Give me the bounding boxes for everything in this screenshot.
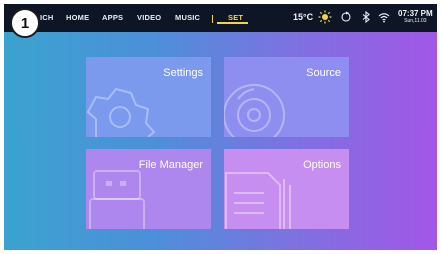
wifi-icon[interactable] xyxy=(378,11,390,23)
nav-item-music[interactable]: MUSIC xyxy=(175,13,200,22)
clock: 07:37 PM Sun,11.03 xyxy=(398,9,433,24)
nav-item-set[interactable]: SET xyxy=(228,13,243,22)
tile-options-label: Options xyxy=(303,159,341,171)
clock-time: 07:37 PM xyxy=(398,9,433,18)
tile-file-manager[interactable]: File Manager xyxy=(86,149,211,229)
active-underline xyxy=(217,22,248,24)
nav-item-apps[interactable]: APPS xyxy=(102,13,123,22)
tile-settings[interactable]: Settings xyxy=(86,57,211,137)
tile-options[interactable]: Options xyxy=(224,149,349,229)
active-indicator-left xyxy=(212,15,213,23)
top-bar: ICH HOME APPS VIDEO MUSIC SET 15°C 07:37… xyxy=(4,4,437,32)
step-badge: 1 xyxy=(10,8,40,38)
launcher-screen: ICH HOME APPS VIDEO MUSIC SET 15°C 07:37… xyxy=(4,4,437,250)
sync-icon[interactable] xyxy=(340,11,352,23)
nav-item-video[interactable]: VIDEO xyxy=(137,13,161,22)
tile-source[interactable]: Source xyxy=(224,57,349,137)
nav-item-search[interactable]: ICH xyxy=(40,13,54,22)
temperature: 15°C xyxy=(293,12,314,22)
tile-file-manager-label: File Manager xyxy=(138,159,203,171)
clock-date: Sun,11.03 xyxy=(404,18,427,24)
tile-source-label: Source xyxy=(306,67,341,79)
tile-settings-label: Settings xyxy=(163,67,203,79)
sun-icon xyxy=(318,10,332,24)
nav-item-home[interactable]: HOME xyxy=(66,13,89,22)
bluetooth-icon[interactable] xyxy=(360,11,372,23)
